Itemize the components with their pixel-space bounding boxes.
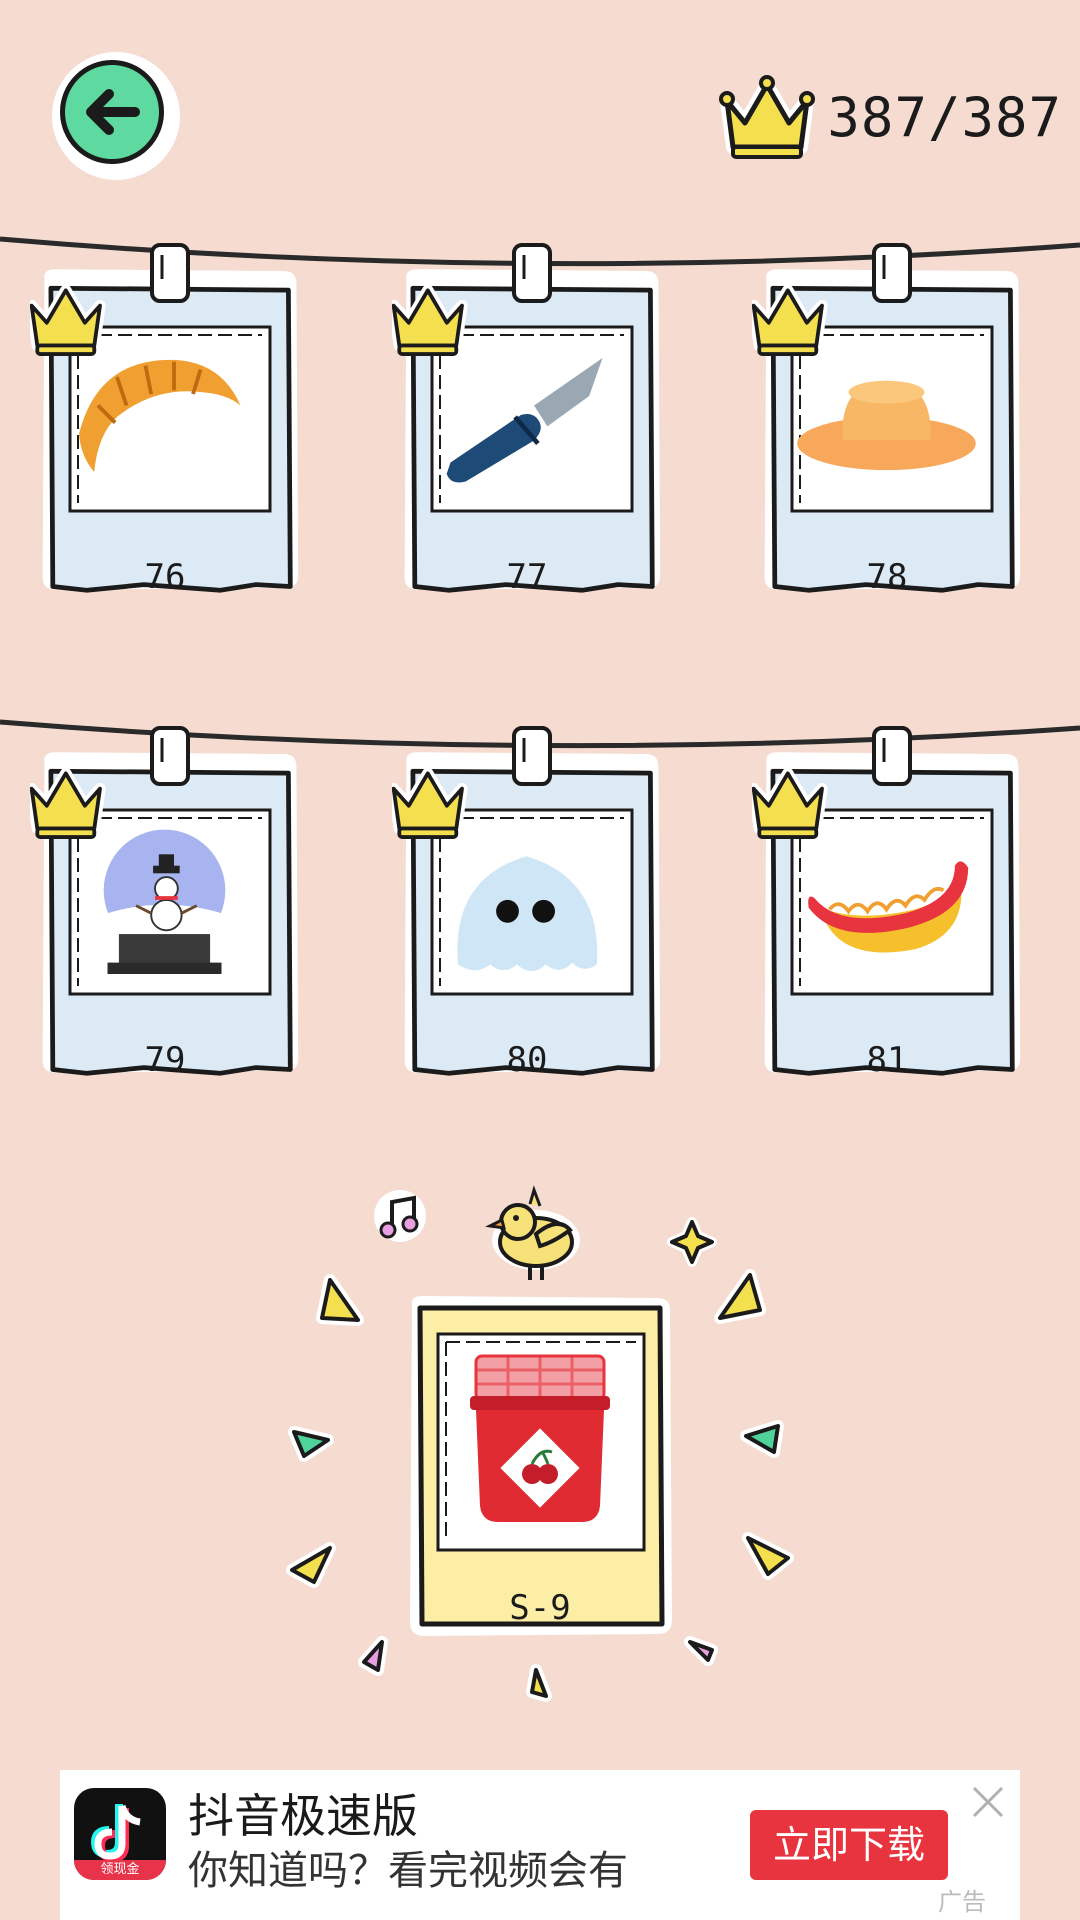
level-number: 77 — [506, 557, 548, 597]
level-number: 80 — [506, 1040, 548, 1080]
star-sparkle-icon — [667, 1217, 717, 1267]
level-number: 81 — [866, 1040, 908, 1080]
clip-icon — [512, 726, 552, 786]
ad-download-button[interactable]: 立即下载 — [750, 1810, 948, 1880]
ad-icon-tag: 领现金 — [74, 1860, 166, 1880]
level-number: 79 — [144, 1040, 186, 1080]
level-number: 78 — [866, 557, 908, 597]
close-icon[interactable] — [968, 1782, 1008, 1822]
clip-icon — [872, 726, 912, 786]
bird-icon — [485, 1185, 580, 1280]
clip-icon — [150, 243, 190, 303]
clip-icon — [872, 243, 912, 303]
snow-globe-icon — [103, 829, 226, 974]
crown-icon — [719, 75, 816, 159]
level-card-80[interactable]: 80 — [392, 726, 662, 1088]
level-card-79[interactable]: 79 — [30, 726, 300, 1088]
crown-score: 387/387 — [717, 62, 1062, 172]
cherry-jam-jar-icon — [470, 1354, 610, 1522]
level-card-78[interactable]: 78 — [752, 243, 1022, 605]
ad-banner[interactable]: 领现金 抖音极速版 你知道吗？看完视频会有... 立即下载 广告 — [60, 1770, 1020, 1920]
level-number: 76 — [144, 557, 186, 597]
clip-icon — [512, 243, 552, 303]
level-card-81[interactable]: 81 — [752, 726, 1022, 1088]
arrow-left-icon — [86, 89, 140, 135]
level-card-76[interactable]: 76 — [30, 243, 300, 605]
special-level-area: S-9 — [270, 1170, 810, 1730]
score-text: 387/387 — [827, 85, 1062, 149]
level-card-77[interactable]: 77 — [392, 243, 662, 605]
ad-label: 广告 — [938, 1888, 986, 1916]
special-level-number: S-9 — [509, 1588, 571, 1628]
special-level-card[interactable]: S-9 — [400, 1290, 680, 1650]
ad-description: 你知道吗？看完视频会有... — [188, 1848, 628, 1894]
back-button[interactable] — [52, 52, 180, 180]
douyin-app-icon: 领现金 — [74, 1788, 166, 1880]
music-note-icon — [374, 1190, 426, 1242]
clip-icon — [150, 726, 190, 786]
ad-title: 抖音极速版 — [188, 1789, 418, 1843]
